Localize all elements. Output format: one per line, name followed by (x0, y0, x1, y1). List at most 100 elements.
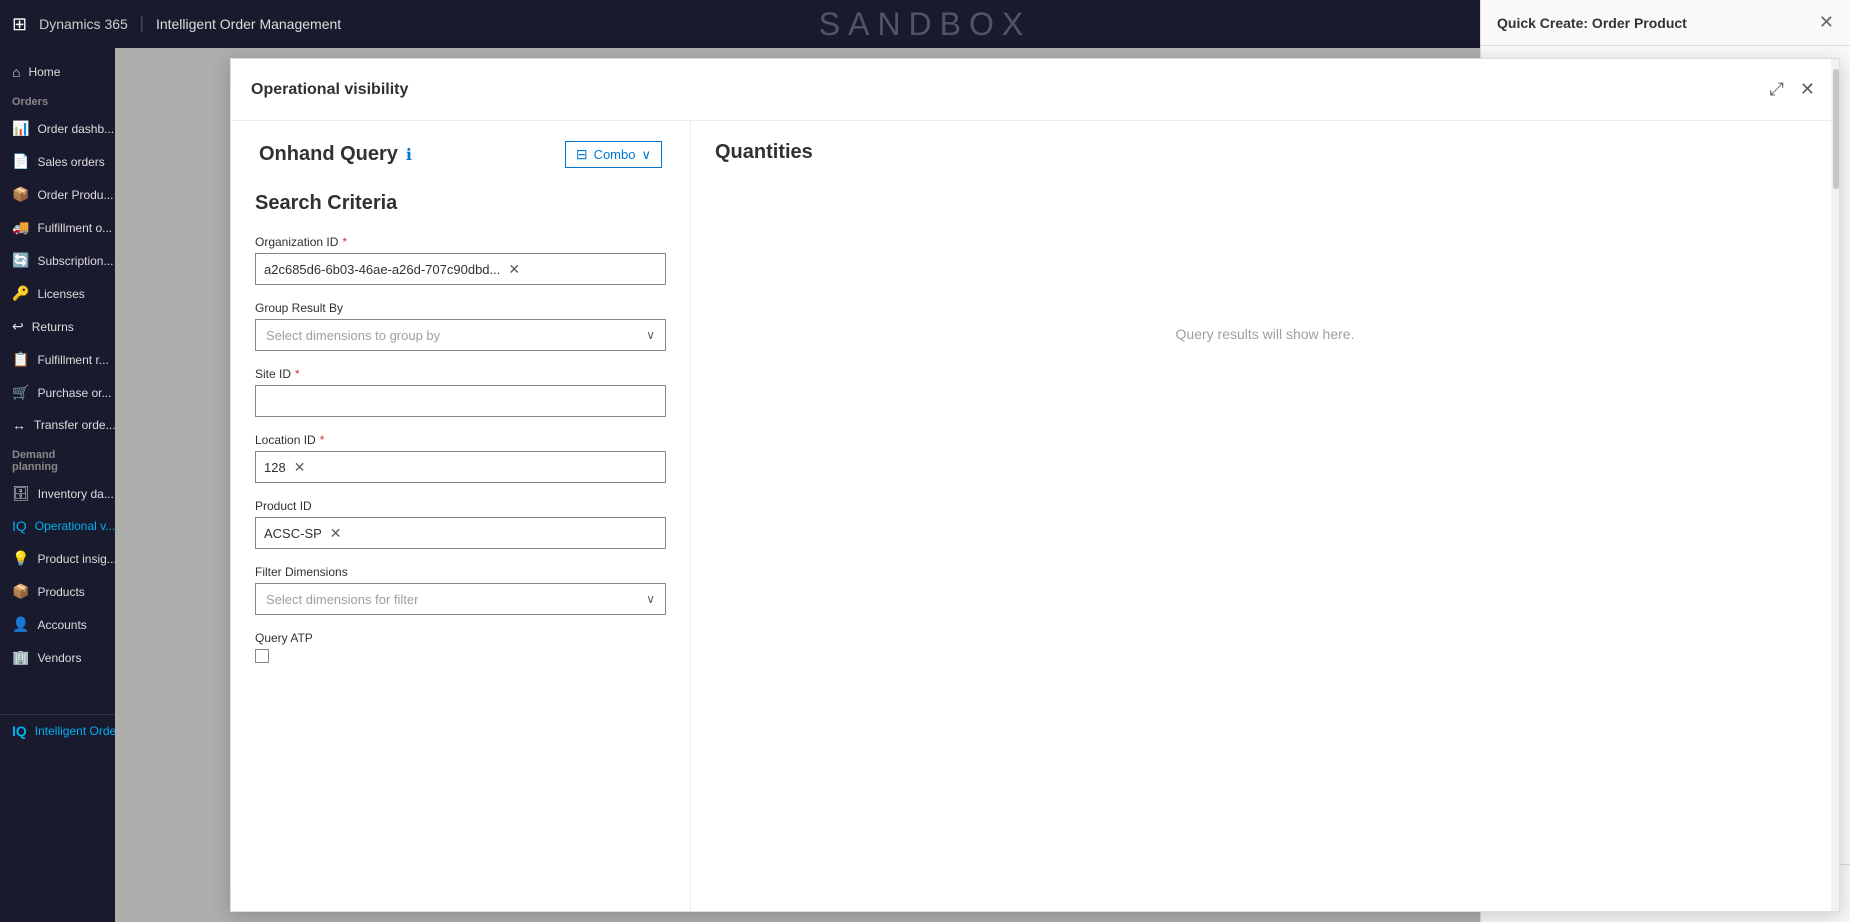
licenses-icon: 🔑 (12, 285, 29, 302)
operational-icon: IQ (12, 518, 27, 534)
location-id-value: 128 (264, 460, 286, 475)
transfer-orders-icon: ↔ (12, 417, 26, 433)
subscriptions-icon: 🔄 (12, 252, 29, 269)
org-id-clear[interactable]: ✕ (508, 261, 520, 278)
group-result-placeholder: Select dimensions to group by (266, 328, 440, 343)
expand-button[interactable]: ⤢ (1766, 75, 1788, 104)
sidebar-item-purchase-orders[interactable]: 🛒 Purchase or... (0, 376, 115, 409)
sidebar-item-sales-orders[interactable]: 📄 Sales orders (0, 145, 115, 178)
sidebar-item-products[interactable]: 📦 Products (0, 575, 115, 608)
home-icon: ⌂ (12, 64, 20, 80)
sidebar-item-inventory-data[interactable]: 🗄 Inventory da... (0, 477, 115, 510)
query-atp-checkbox-container (255, 649, 666, 663)
sidebar-item-transfer-orders[interactable]: ↔ Transfer orde... (0, 409, 115, 441)
sidebar-item-operational[interactable]: IQ Operational v... (0, 510, 115, 542)
filter-dimensions-placeholder: Select dimensions for filter (266, 592, 418, 607)
sidebar-item-order-products[interactable]: 📦 Order Produ... (0, 178, 115, 211)
inventory-label: Inventory da... (38, 487, 114, 501)
info-icon[interactable]: ℹ (406, 145, 412, 165)
order-dashboard-icon: 📊 (12, 120, 29, 137)
filter-dimensions-chevron-icon: ∨ (646, 592, 655, 606)
order-products-label: Order Produ... (37, 188, 113, 202)
sidebar-item-accounts[interactable]: 👤 Accounts (0, 608, 115, 641)
group-result-label: Group Result By (255, 301, 666, 315)
product-insights-label: Product insig... (37, 552, 115, 566)
scrollbar-thumb[interactable] (1833, 121, 1839, 189)
sidebar-item-product-insights[interactable]: 💡 Product insig... (0, 542, 115, 575)
module-name[interactable]: Intelligent Order Management (156, 16, 341, 32)
filter-dimensions-select[interactable]: Select dimensions for filter ∨ (255, 583, 666, 615)
combo-chevron-icon: ∨ (641, 147, 651, 163)
quick-create-header: Quick Create: Order Product ✕ (1481, 0, 1850, 46)
dialog-title: Operational visibility (251, 81, 408, 99)
accounts-label: Accounts (37, 618, 86, 632)
location-id-clear[interactable]: ✕ (294, 459, 306, 476)
location-id-input[interactable]: 128 ✕ (255, 451, 666, 483)
site-id-input[interactable] (255, 385, 666, 417)
dialog-body: Onhand Query ℹ ⊟ Combo ∨ Search Criteria (231, 121, 1839, 911)
product-id-value: ACSC-SP (264, 526, 322, 541)
demand-planning-label: Demand planning (0, 441, 115, 477)
quick-create-title: Quick Create: Order Product (1497, 15, 1687, 31)
filter-dimensions-label: Filter Dimensions (255, 565, 666, 579)
sidebar-item-intelligent-order[interactable]: IQ Intelligent Order ... (0, 714, 115, 747)
product-id-group: Product ID ACSC-SP ✕ (255, 499, 666, 549)
orders-section-label: Orders (0, 88, 115, 112)
query-atp-label: Query ATP (255, 631, 666, 645)
dialog-header-actions: ⤢ ✕ (1766, 75, 1820, 104)
accounts-icon: 👤 (12, 616, 29, 633)
grid-icon[interactable]: ⊞ (12, 14, 27, 35)
org-id-input[interactable]: a2c685d6-6b03-46ae-a26d-707c90dbd... ✕ (255, 253, 666, 285)
dialog-close-button[interactable]: ✕ (1796, 75, 1819, 104)
site-id-group: Site ID * (255, 367, 666, 417)
sidebar-item-home[interactable]: ⌂ Home (0, 56, 115, 88)
sidebar-item-vendors[interactable]: 🏢 Vendors (0, 641, 115, 674)
licenses-label: Licenses (37, 287, 84, 301)
onhand-query-title: Onhand Query ℹ (259, 143, 412, 166)
vendors-icon: 🏢 (12, 649, 29, 666)
product-insights-icon: 💡 (12, 550, 29, 567)
sidebar-item-fulfillment[interactable]: 🚚 Fulfillment o... (0, 211, 115, 244)
org-id-required: * (342, 235, 347, 249)
products-label: Products (37, 585, 84, 599)
filter-dimensions-group: Filter Dimensions Select dimensions for … (255, 565, 666, 615)
operational-visibility-dialog: Operational visibility ⤢ ✕ Onhand Query (230, 58, 1840, 912)
sidebar: ⌂ Home Orders 📊 Order dashb... 📄 Sales o… (0, 48, 115, 922)
purchase-orders-icon: 🛒 (12, 384, 29, 401)
search-criteria-title: Search Criteria (255, 192, 666, 215)
io-label: Intelligent Order ... (35, 724, 115, 738)
product-id-input[interactable]: ACSC-SP ✕ (255, 517, 666, 549)
sales-orders-label: Sales orders (37, 155, 104, 169)
sidebar-item-order-dashboard[interactable]: 📊 Order dashb... (0, 112, 115, 145)
onhand-query-header: Onhand Query ℹ ⊟ Combo ∨ (255, 141, 666, 168)
combo-button[interactable]: ⊟ Combo ∨ (565, 141, 662, 168)
returns-label: Returns (32, 320, 74, 334)
org-id-label: Organization ID * (255, 235, 666, 249)
sidebar-item-fulfillment-rules[interactable]: 📋 Fulfillment r... (0, 343, 115, 376)
product-id-clear[interactable]: ✕ (330, 525, 342, 542)
fulfillment-icon: 🚚 (12, 219, 29, 236)
vendors-label: Vendors (37, 651, 81, 665)
sidebar-item-subscriptions[interactable]: 🔄 Subscription... (0, 244, 115, 277)
app-name[interactable]: Dynamics 365 (39, 16, 128, 32)
sidebar-item-licenses[interactable]: 🔑 Licenses (0, 277, 115, 310)
location-id-required: * (320, 433, 325, 447)
site-id-label: Site ID * (255, 367, 666, 381)
fulfillment-label: Fulfillment o... (37, 221, 112, 235)
query-atp-checkbox[interactable] (255, 649, 269, 663)
search-panel: Onhand Query ℹ ⊟ Combo ∨ Search Criteria (231, 121, 691, 911)
org-id-value: a2c685d6-6b03-46ae-a26d-707c90dbd... (264, 262, 500, 277)
home-label: Home (28, 65, 60, 79)
quantities-panel: Quantities Query results will show here. (691, 121, 1839, 911)
sidebar-item-returns[interactable]: ↩ Returns (0, 310, 115, 343)
site-id-required: * (295, 367, 300, 381)
site-id-field[interactable] (266, 394, 655, 409)
dialog-scrollbar[interactable] (1831, 121, 1839, 911)
sales-orders-icon: 📄 (12, 153, 29, 170)
quick-create-close-button[interactable]: ✕ (1819, 12, 1834, 33)
query-placeholder: Query results will show here. (1176, 326, 1355, 342)
fulfillment-rules-icon: 📋 (12, 351, 29, 368)
group-result-select[interactable]: Select dimensions to group by ∨ (255, 319, 666, 351)
transfer-orders-label: Transfer orde... (34, 418, 115, 432)
inventory-icon: 🗄 (12, 485, 30, 502)
